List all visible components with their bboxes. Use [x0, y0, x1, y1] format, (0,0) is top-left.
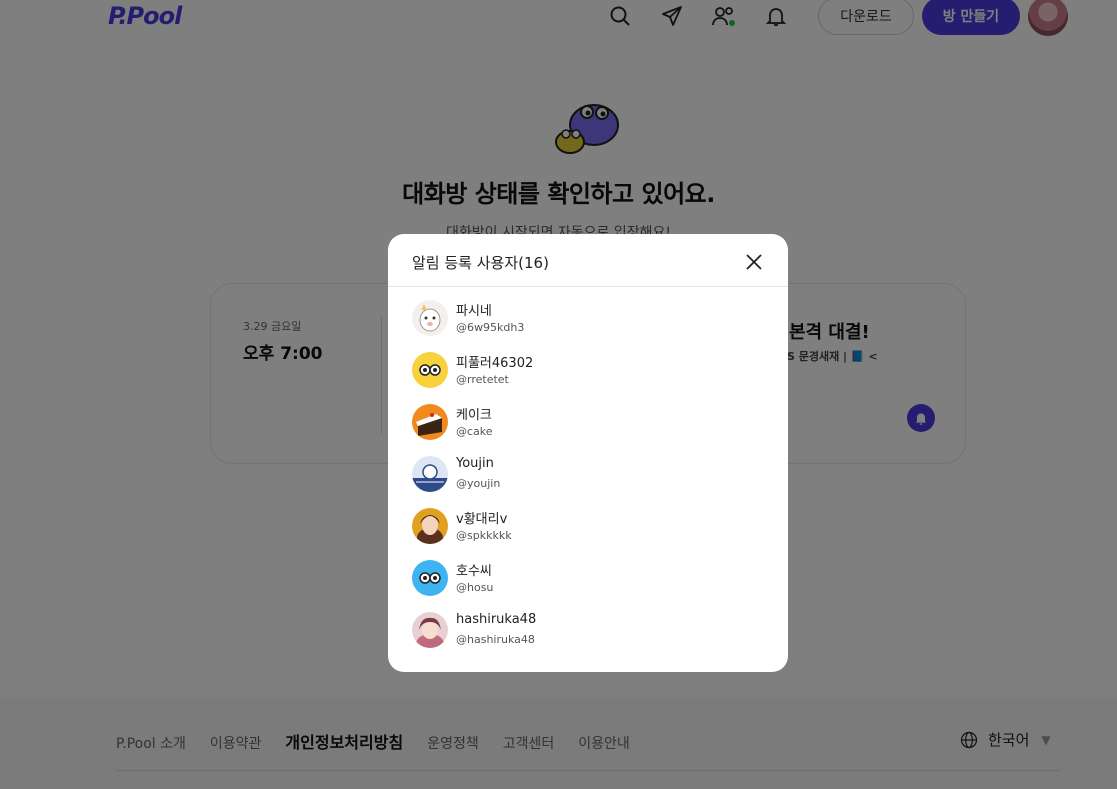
user-handle: @hosu: [456, 581, 494, 594]
modal-title: 알림 등록 사용자(16): [412, 254, 549, 272]
user-name: Youjin: [456, 456, 494, 471]
user-name: hashiruka48: [456, 612, 537, 627]
avatar: [412, 560, 448, 596]
user-handle: @rretetet: [456, 373, 509, 386]
user-handle: @6w95kdh3: [456, 321, 525, 334]
user-name: 파시네: [456, 304, 492, 319]
list-item[interactable]: hashiruka48 @hashiruka48: [412, 606, 764, 650]
avatar: [412, 508, 448, 544]
user-name: v황대리v: [456, 512, 508, 527]
user-name: 케이크: [456, 408, 492, 423]
user-handle: @youjin: [456, 477, 501, 490]
close-icon[interactable]: [742, 250, 766, 274]
notification-users-modal: 알림 등록 사용자(16) 파시네 @6w95kdh3 피풀러46302 @rr…: [388, 234, 788, 672]
list-item[interactable]: 피풀러46302 @rretetet: [412, 346, 764, 390]
modal-header: 알림 등록 사용자(16): [388, 234, 788, 287]
user-name: 피풀러46302: [456, 356, 534, 371]
list-item[interactable]: Youjin @youjin: [412, 450, 764, 494]
list-item[interactable]: 호수씨 @hosu: [412, 554, 764, 598]
user-handle: @spkkkkk: [456, 529, 512, 542]
list-item[interactable]: 케이크 @cake: [412, 398, 764, 442]
avatar: [412, 456, 448, 492]
avatar: [412, 300, 448, 336]
user-name: 호수씨: [456, 564, 492, 579]
avatar: [412, 404, 448, 440]
user-handle: @hashiruka48: [456, 633, 535, 646]
list-item[interactable]: 파시네 @6w95kdh3: [412, 294, 764, 338]
avatar: [412, 612, 448, 648]
user-handle: @cake: [456, 425, 493, 438]
avatar: [412, 352, 448, 388]
list-item[interactable]: v황대리v @spkkkkk: [412, 502, 764, 546]
